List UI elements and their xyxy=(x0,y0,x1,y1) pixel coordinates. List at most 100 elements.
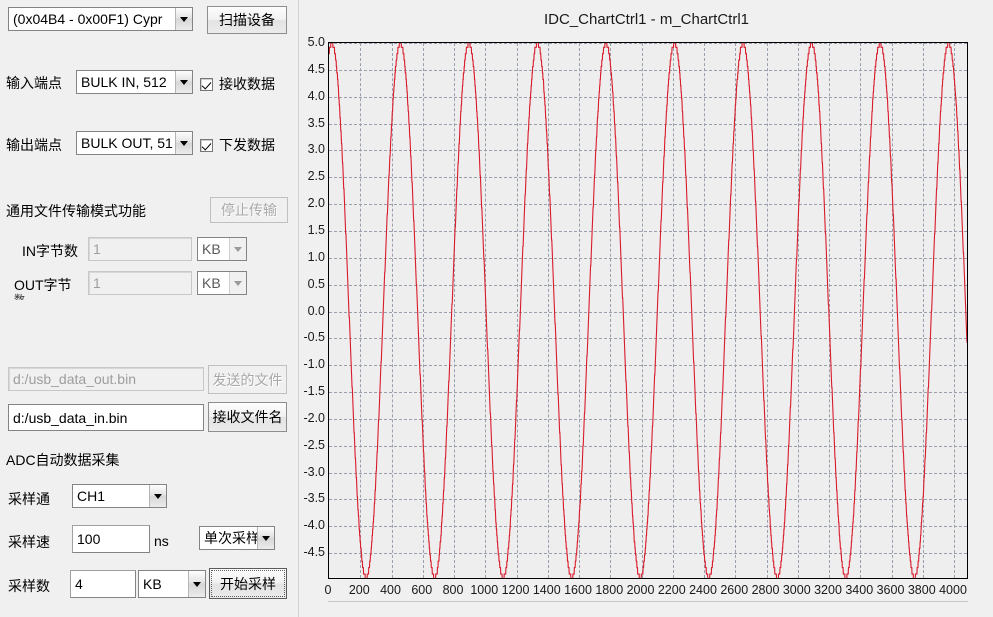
adc-group-label: ADC自动数据采集 xyxy=(6,452,120,468)
output-endpoint-label: 输出端点 xyxy=(6,137,62,153)
send-file-button[interactable]: 发送的文件 xyxy=(208,365,287,394)
output-endpoint-value: BULK OUT, 51 xyxy=(81,135,173,151)
sample-channel-select[interactable]: CH1 xyxy=(72,484,167,508)
sample-count-unit-select[interactable]: KB xyxy=(138,570,206,598)
y-axis-tick-label: 4.0 xyxy=(307,88,325,103)
application-window: (0x04B4 - 0x00F1) Cypr 扫描设备 输入端点 BULK IN… xyxy=(0,0,993,617)
y-axis-tick-label: -3.0 xyxy=(303,464,325,479)
x-axis-tick-label: 0 xyxy=(324,583,332,597)
y-axis-tick-label: -4.5 xyxy=(303,545,325,560)
y-axis-tick-label: 1.5 xyxy=(307,222,325,237)
in-bytes-unit-value: KB xyxy=(202,241,221,257)
out-bytes-unit-select[interactable]: KB xyxy=(197,271,247,295)
receive-file-name-button[interactable]: 接收文件名 xyxy=(208,402,287,432)
y-axis-tick-label: 3.0 xyxy=(307,142,325,157)
control-panel: (0x04B4 - 0x00F1) Cypr 扫描设备 输入端点 BULK IN… xyxy=(0,0,293,617)
x-axis-tick-label: 3200 xyxy=(814,583,842,597)
chevron-down-icon[interactable] xyxy=(257,527,274,549)
out-bytes-input[interactable]: 1 xyxy=(88,271,192,295)
chevron-down-icon[interactable] xyxy=(149,485,166,507)
chart-panel: IDC_ChartCtrl1 - m_ChartCtrl1 5.0 4.5 4.0 3… xyxy=(298,0,993,617)
y-axis-tick-label: 0.0 xyxy=(307,303,325,318)
out-bytes-unit-value: KB xyxy=(202,275,221,291)
y-axis-tick-label: -2.0 xyxy=(303,410,325,425)
y-axis-tick-label: 3.5 xyxy=(307,115,325,130)
file-transfer-group-label: 通用文件传输模式功能 xyxy=(6,203,146,219)
y-axis-tick-label: -4.0 xyxy=(303,518,325,533)
sample-channel-value: CH1 xyxy=(77,488,106,504)
chart-title: IDC_ChartCtrl1 - m_ChartCtrl1 xyxy=(543,11,750,28)
send-data-label: 下发数据 xyxy=(219,137,275,153)
x-axis-tick-label: 3800 xyxy=(907,583,936,597)
y-axis-tick-label: 2.0 xyxy=(307,196,325,211)
x-axis-tick-label: 200 xyxy=(348,583,370,597)
x-axis-tick-label: 1200 xyxy=(501,583,530,597)
device-select[interactable]: (0x04B4 - 0x00F1) Cypr xyxy=(8,7,193,31)
receive-file-path-input[interactable]: d:/usb_data_in.bin xyxy=(8,404,204,431)
input-endpoint-label: 输入端点 xyxy=(6,75,62,91)
in-bytes-label: IN字节数 xyxy=(22,243,78,259)
in-bytes-unit-select[interactable]: KB xyxy=(197,237,247,261)
y-axis-tick-label: -0.5 xyxy=(303,330,325,345)
y-axis-tick-label: 5.0 xyxy=(307,35,325,49)
receive-data-checkbox[interactable]: 接收数据 xyxy=(200,74,275,94)
stop-transfer-button[interactable]: 停止传输 xyxy=(210,197,288,223)
sample-mode-value: 单次采样 xyxy=(204,530,257,546)
y-axis-tick-label: 2.5 xyxy=(307,169,325,184)
chevron-down-icon[interactable] xyxy=(175,8,192,30)
sample-rate-input[interactable]: 100 xyxy=(72,525,150,553)
checkbox-check-icon xyxy=(200,77,213,91)
y-axis-tick-label: -1.5 xyxy=(303,384,325,399)
chevron-down-icon[interactable] xyxy=(229,272,246,294)
axis-divider xyxy=(328,601,968,602)
out-bytes-label: OUT字节 xyxy=(14,277,72,293)
x-axis-tick-label: 2400 xyxy=(689,583,717,597)
x-axis-tick-label: 2000 xyxy=(626,583,655,597)
input-endpoint-select[interactable]: BULK IN, 512 xyxy=(76,70,193,94)
x-axis-tick-label: 800 xyxy=(442,583,464,597)
y-axis-tick-label: -2.5 xyxy=(303,437,325,452)
x-axis-tick-label: 1600 xyxy=(564,583,592,597)
x-axis-tick-label: 4000 xyxy=(939,583,967,597)
receive-data-label: 接收数据 xyxy=(219,76,275,92)
chevron-down-icon[interactable] xyxy=(188,571,205,597)
y-axis-tick-labels: 5.0 4.5 4.0 3.5 3.0 2.5 2.0 1.5 1.0 0.5 0.0 -0.5 -1.… xyxy=(293,36,325,579)
y-axis-tick-label: 0.5 xyxy=(307,276,325,291)
y-axis-tick-label: -3.5 xyxy=(303,491,325,506)
device-select-value: (0x04B4 - 0x00F1) Cypr xyxy=(13,11,163,27)
y-axis-tick-label: 1.0 xyxy=(307,249,325,264)
y-axis-tick-label: 4.5 xyxy=(307,61,325,76)
x-axis-tick-label: 2200 xyxy=(657,583,686,597)
out-bytes-label-clipped: 数 xyxy=(14,294,25,300)
send-data-checkbox[interactable]: 下发数据 xyxy=(200,135,275,155)
output-endpoint-select[interactable]: BULK OUT, 51 xyxy=(76,131,193,155)
x-axis-tick-label: 3600 xyxy=(876,583,905,597)
x-axis-tick-label: 400 xyxy=(380,583,401,597)
plot-area[interactable] xyxy=(328,42,968,579)
start-sampling-button[interactable]: 开始采样 xyxy=(209,568,287,599)
waveform-series xyxy=(329,43,967,578)
x-axis-tick-label: 600 xyxy=(411,583,433,597)
input-endpoint-value: BULK IN, 512 xyxy=(81,74,167,90)
x-axis-tick-label: 2800 xyxy=(751,583,780,597)
sample-channel-label: 采样通 xyxy=(8,491,50,507)
send-file-path-input[interactable]: d:/usb_data_out.bin xyxy=(8,367,204,391)
y-axis-tick-label: -1.0 xyxy=(303,357,325,372)
x-axis-tick-label: 2600 xyxy=(720,583,749,597)
x-axis-tick-label: 3000 xyxy=(782,583,811,597)
sample-count-unit-value: KB xyxy=(143,576,162,592)
sample-rate-label: 采样速 xyxy=(8,534,50,550)
x-axis-tick-label: 1800 xyxy=(595,583,624,597)
chevron-down-icon[interactable] xyxy=(229,238,246,260)
in-bytes-input[interactable]: 1 xyxy=(88,237,192,261)
chevron-down-icon[interactable] xyxy=(175,132,192,154)
x-axis-tick-labels: 0 200 400 600 800 1000 1200 1400 1600 1800 2000 220… xyxy=(324,583,968,601)
sample-mode-select[interactable]: 单次采样 xyxy=(199,526,275,550)
sample-count-input[interactable]: 4 xyxy=(70,570,136,598)
checkbox-check-icon xyxy=(200,138,213,152)
sample-rate-unit-label: ns xyxy=(154,533,169,549)
chevron-down-icon[interactable] xyxy=(175,71,192,93)
sample-count-label: 采样数 xyxy=(8,578,50,594)
x-axis-tick-label: 1000 xyxy=(470,583,499,597)
scan-device-button[interactable]: 扫描设备 xyxy=(207,6,287,34)
